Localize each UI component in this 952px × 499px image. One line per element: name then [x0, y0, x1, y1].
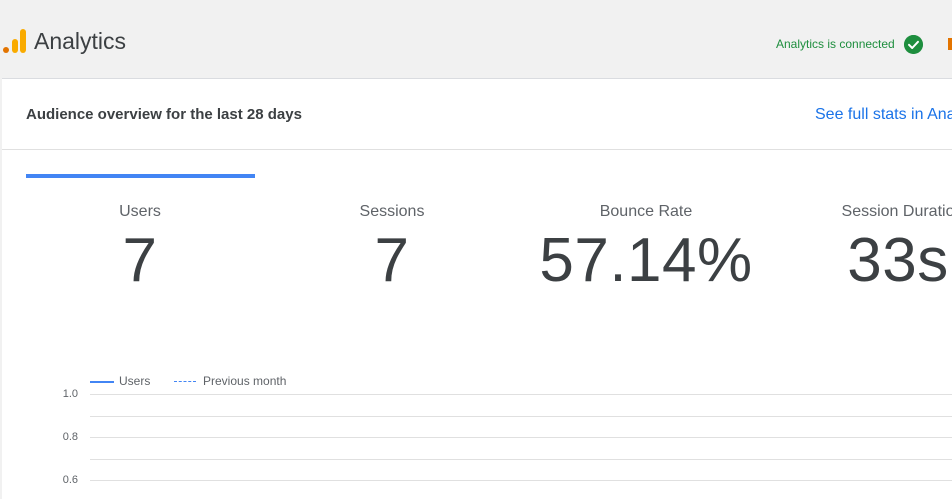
y-axis-tick-label: 0.8 — [62, 431, 78, 443]
legend-swatch-previous-month — [174, 381, 196, 382]
see-full-stats-link[interactable]: See full stats in Ana — [815, 106, 952, 124]
gridline — [90, 394, 952, 395]
y-axis-tick-label: 1.0 — [62, 388, 78, 400]
metric-value-session-duration[interactable]: 33s — [798, 225, 952, 296]
connection-status-text: Analytics is connected — [776, 37, 895, 51]
metric-label-bounce-rate[interactable]: Bounce Rate — [536, 203, 756, 221]
card-divider — [2, 149, 952, 150]
metric-label-users[interactable]: Users — [40, 203, 240, 221]
metric-value-bounce-rate[interactable]: 57.14% — [536, 225, 756, 296]
legend-label-users: Users — [119, 374, 151, 388]
legend-label-previous-month: Previous month — [203, 374, 287, 388]
y-axis-tick-label: 0.6 — [62, 474, 78, 486]
metric-label-sessions[interactable]: Sessions — [292, 203, 492, 221]
metric-value-sessions[interactable]: 7 — [292, 225, 492, 296]
check-circle-icon — [904, 35, 923, 54]
top-bar: Analytics Analytics is connected — [0, 0, 952, 78]
legend-swatch-users — [90, 381, 114, 383]
gridline — [90, 480, 952, 481]
analytics-logo-icon — [3, 29, 26, 53]
gridline — [90, 437, 952, 438]
audience-overview-card: Audience overview for the last 28 days S… — [2, 78, 952, 499]
gridline — [90, 459, 952, 460]
metric-label-session-duration[interactable]: Session Duratio — [798, 203, 952, 221]
truncated-menu-icon[interactable] — [948, 38, 952, 50]
app-title: Analytics — [34, 28, 127, 54]
gridline — [90, 416, 952, 417]
selected-tab-indicator — [26, 174, 255, 178]
metric-value-users[interactable]: 7 — [40, 225, 240, 296]
card-title: Audience overview for the last 28 days — [26, 106, 302, 123]
